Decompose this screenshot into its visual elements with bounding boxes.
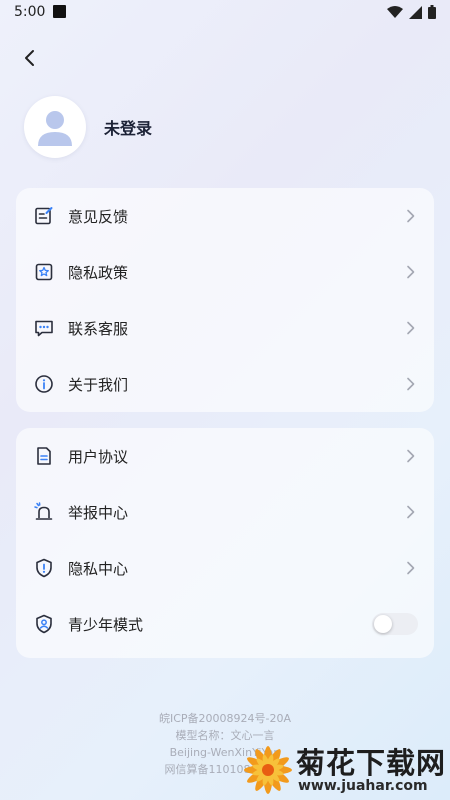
chevron-right-icon	[407, 377, 415, 391]
teen-mode-toggle[interactable]	[372, 613, 418, 635]
privacy-center-row[interactable]: 隐私中心	[16, 540, 434, 596]
profile-header[interactable]: 未登录	[24, 96, 152, 158]
about-us-label: 关于我们	[68, 375, 129, 394]
teen-mode-row: 青少年模式	[16, 596, 434, 652]
chevron-right-icon	[407, 321, 415, 335]
user-agreement-label: 用户协议	[68, 447, 129, 466]
privacy-policy-badge-icon	[35, 263, 53, 281]
chat-dots-icon	[35, 320, 53, 337]
info-icon	[35, 375, 53, 393]
privacy-policy-label: 隐私政策	[68, 263, 129, 282]
alarm-bell-icon	[34, 502, 53, 520]
contact-support-row[interactable]: 联系客服	[16, 300, 434, 356]
wifi-icon	[387, 5, 403, 18]
user-agreement-row[interactable]: 用户协议	[16, 428, 434, 484]
feedback-row[interactable]: 意见反馈	[16, 188, 434, 244]
contact-support-label: 联系客服	[68, 319, 129, 338]
chevron-right-icon	[407, 265, 415, 279]
about-us-row[interactable]: 关于我们	[16, 356, 434, 412]
settings-group-1: 意见反馈 隐私政策 联系客服 关于我们	[16, 188, 434, 412]
watermark-url: www.juahar.com	[298, 778, 428, 794]
settings-group-2: 用户协议 举报中心 隐私中心 青少年模式	[16, 428, 434, 658]
status-time: 5:00	[14, 4, 46, 20]
document-icon	[37, 447, 51, 465]
notification-icon	[53, 5, 66, 18]
report-center-label: 举报中心	[68, 503, 129, 522]
avatar[interactable]	[24, 96, 86, 158]
watermark: 菊花下载网 www.juahar.com	[244, 738, 450, 800]
report-center-row[interactable]: 举报中心	[16, 484, 434, 540]
teen-mode-label: 青少年模式	[68, 615, 144, 634]
chevron-right-icon	[407, 505, 415, 519]
back-button[interactable]	[18, 46, 42, 70]
status-bar: 5:00	[0, 0, 450, 26]
signal-icon	[409, 5, 422, 19]
feedback-edit-icon	[35, 207, 53, 225]
shield-user-icon	[36, 614, 52, 634]
chrysanthemum-logo-icon	[244, 746, 292, 794]
watermark-title: 菊花下载网	[296, 746, 447, 780]
battery-icon	[428, 5, 436, 19]
chevron-left-icon	[25, 50, 34, 66]
icp-record-text: 皖ICP备20008924号-20A	[158, 712, 292, 725]
login-status-text[interactable]: 未登录	[104, 115, 152, 139]
privacy-policy-row[interactable]: 隐私政策	[16, 244, 434, 300]
user-avatar-icon	[38, 111, 72, 146]
chevron-right-icon	[407, 209, 415, 223]
chevron-right-icon	[407, 449, 415, 463]
feedback-label: 意见反馈	[68, 207, 129, 226]
status-icons	[387, 5, 436, 19]
shield-alert-icon	[36, 558, 52, 578]
privacy-center-label: 隐私中心	[68, 559, 129, 578]
chevron-right-icon	[407, 561, 415, 575]
toggle-knob	[374, 615, 392, 633]
